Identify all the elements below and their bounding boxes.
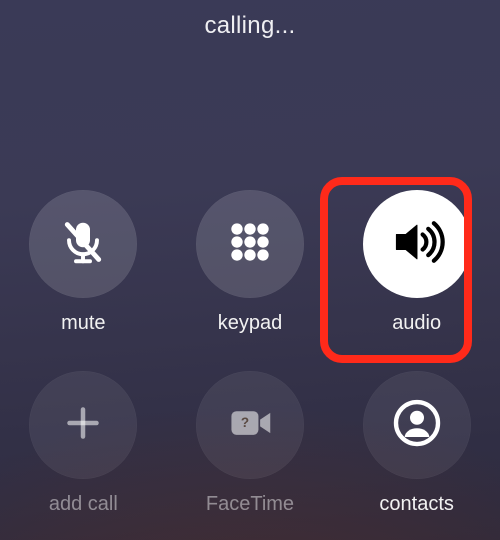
keypad-label: keypad: [218, 312, 283, 335]
video-camera-icon: ?: [223, 396, 277, 455]
facetime-button[interactable]: ?: [196, 371, 304, 479]
call-status-text: calling...: [0, 12, 500, 40]
mute-button[interactable]: [29, 190, 137, 298]
mute-label: mute: [61, 312, 105, 335]
mute-cell: mute: [8, 190, 158, 335]
call-controls-grid: mute: [0, 190, 500, 516]
facetime-cell: ? FaceTime: [175, 371, 325, 516]
contacts-label: contacts: [379, 493, 453, 516]
contact-icon: [389, 395, 445, 456]
audio-label: audio: [392, 312, 441, 335]
contacts-button[interactable]: [363, 371, 471, 479]
add-call-cell: add call: [8, 371, 158, 516]
keypad-button[interactable]: [196, 190, 304, 298]
svg-text:?: ?: [241, 415, 249, 430]
call-screen: calling... mute: [0, 0, 500, 540]
facetime-label: FaceTime: [206, 493, 294, 516]
keypad-cell: keypad: [175, 190, 325, 335]
microphone-off-icon: [55, 214, 111, 275]
contacts-cell: contacts: [342, 371, 492, 516]
speaker-icon: [387, 212, 447, 277]
add-call-label: add call: [49, 493, 118, 516]
add-call-button[interactable]: [29, 371, 137, 479]
audio-button[interactable]: [363, 190, 471, 298]
keypad-icon: [224, 216, 276, 273]
audio-cell: audio: [342, 190, 492, 335]
plus-icon: [59, 399, 107, 452]
